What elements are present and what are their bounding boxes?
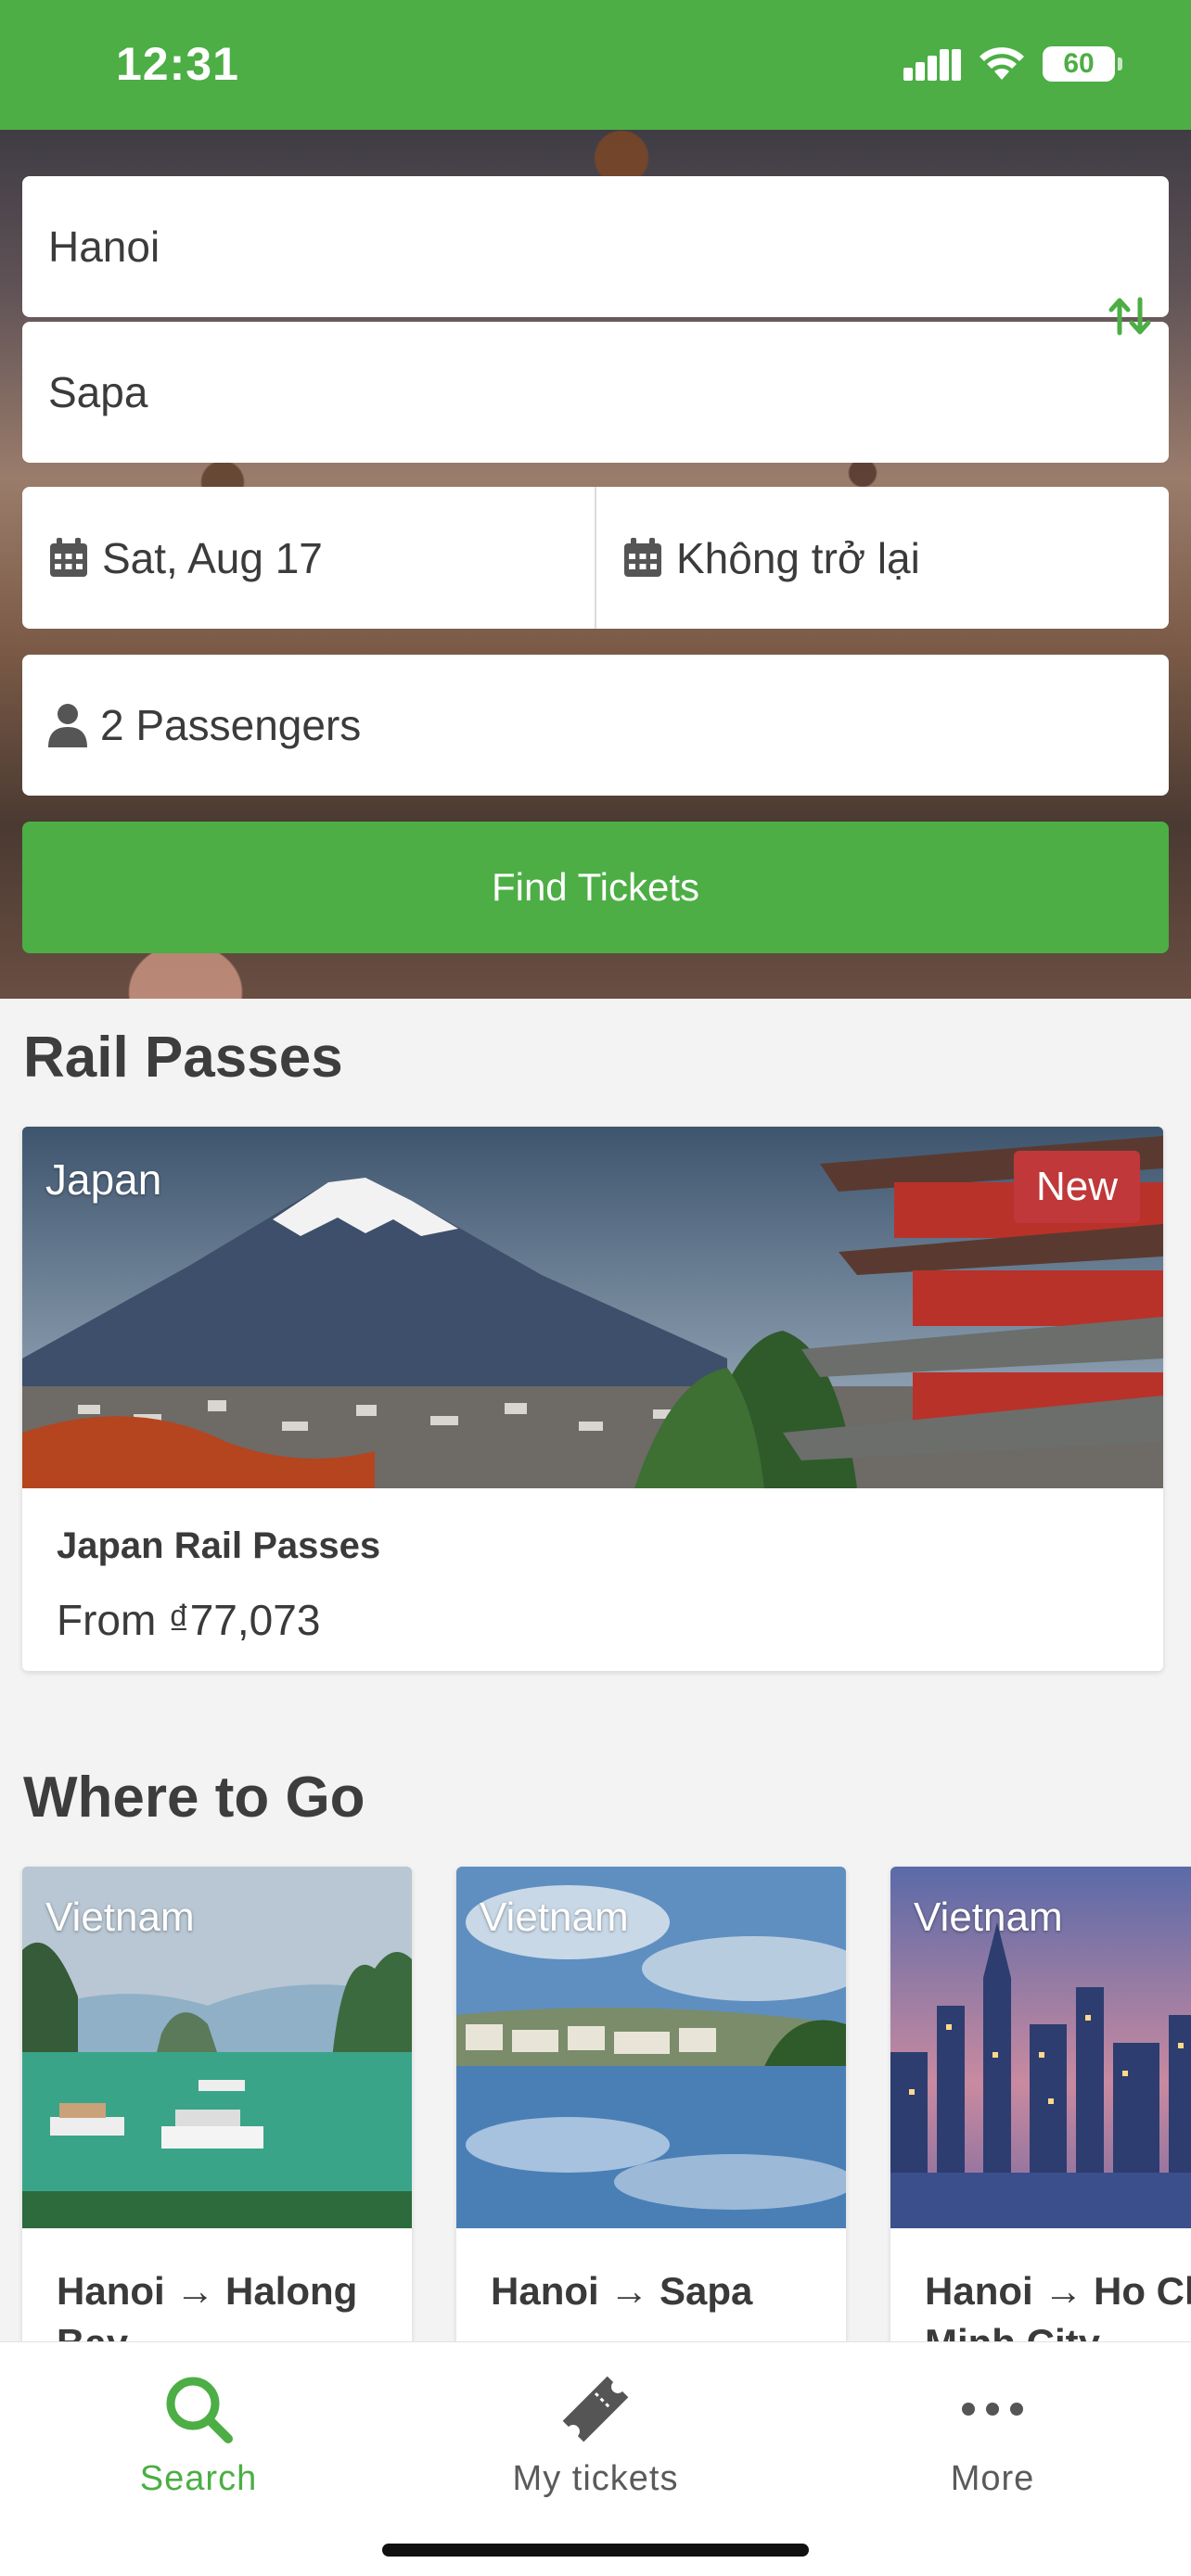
ho-chi-minh-city-image: Vietnam <box>890 1867 1191 2228</box>
destination-country-label: Vietnam <box>45 1894 195 1940</box>
status-bar: 12:31 60 <box>0 0 1191 130</box>
person-icon <box>48 704 87 747</box>
origin-value: Hanoi <box>48 223 160 271</box>
tab-label: My tickets <box>512 2459 679 2498</box>
status-icons: 60 <box>903 46 1122 82</box>
tab-bar: Search My tickets More <box>0 2341 1191 2576</box>
more-icon <box>962 2403 1023 2416</box>
destination-country-label: Vietnam <box>480 1894 629 1940</box>
mount-fuji-illustration <box>22 1127 1163 1488</box>
status-time: 12:31 <box>116 38 239 90</box>
home-indicator[interactable] <box>382 2544 809 2557</box>
passengers-field[interactable]: 2 Passengers <box>22 655 1169 796</box>
wifi-icon <box>980 47 1024 80</box>
rail-passes-heading: Rail Passes <box>23 1026 343 1090</box>
destination-card[interactable]: Vietnam Hanoi → Sapa <box>456 1867 846 2386</box>
depart-date-value: Sat, Aug 17 <box>102 533 323 582</box>
destination-country-label: Vietnam <box>914 1894 1063 1940</box>
swap-icon[interactable] <box>1106 292 1154 340</box>
calendar-icon <box>50 537 87 577</box>
sapa-image: Vietnam <box>456 1867 846 2228</box>
app-screen: 12:31 60 Hanoi Sapa Sat, Aug 17 Không tr… <box>0 0 1191 2576</box>
search-icon <box>166 2377 233 2443</box>
search-hero: Hanoi Sapa Sat, Aug 17 Không trở lại 2 P… <box>0 130 1191 999</box>
tab-my-tickets[interactable]: My tickets <box>397 2342 794 2509</box>
pass-price: From ₫77,073 <box>57 1596 321 1644</box>
return-date-field[interactable]: Không trở lại <box>595 487 1169 629</box>
where-to-go-heading: Where to Go <box>23 1766 365 1830</box>
ticket-icon <box>562 2376 629 2442</box>
return-date-value: Không trở lại <box>676 533 920 582</box>
new-badge: New <box>1013 1151 1140 1223</box>
depart-date-field[interactable]: Sat, Aug 17 <box>22 487 595 629</box>
halong-bay-image: Vietnam <box>22 1867 412 2228</box>
battery-icon: 60 <box>1043 46 1122 82</box>
find-tickets-button[interactable]: Find Tickets <box>22 822 1169 953</box>
calendar-icon <box>624 537 661 577</box>
destination-route: Hanoi → Sapa <box>491 2269 753 2313</box>
tab-label: Search <box>139 2459 258 2498</box>
tab-search[interactable]: Search <box>0 2342 397 2509</box>
passengers-value: 2 Passengers <box>100 701 362 749</box>
rail-pass-card[interactable]: Japan New Japan Rail Passes From ₫77,073 <box>22 1127 1163 1671</box>
tab-more[interactable]: More <box>794 2342 1191 2509</box>
cellular-signal-icon <box>903 49 961 81</box>
pass-country-label: Japan <box>45 1155 162 1204</box>
destination-value: Sapa <box>48 368 148 416</box>
tab-label: More <box>950 2459 1035 2498</box>
destination-field[interactable]: Sapa <box>22 322 1169 463</box>
japan-image: Japan New <box>22 1127 1163 1488</box>
pass-name: Japan Rail Passes <box>57 1525 381 1566</box>
destination-card[interactable]: Vietnam Hanoi → Ho Chi Minh City <box>890 1867 1191 2386</box>
origin-field[interactable]: Hanoi <box>22 176 1169 317</box>
date-row: Sat, Aug 17 Không trở lại <box>22 487 1169 629</box>
destination-card[interactable]: Vietnam Hanoi → Halong Bay <box>22 1867 412 2386</box>
